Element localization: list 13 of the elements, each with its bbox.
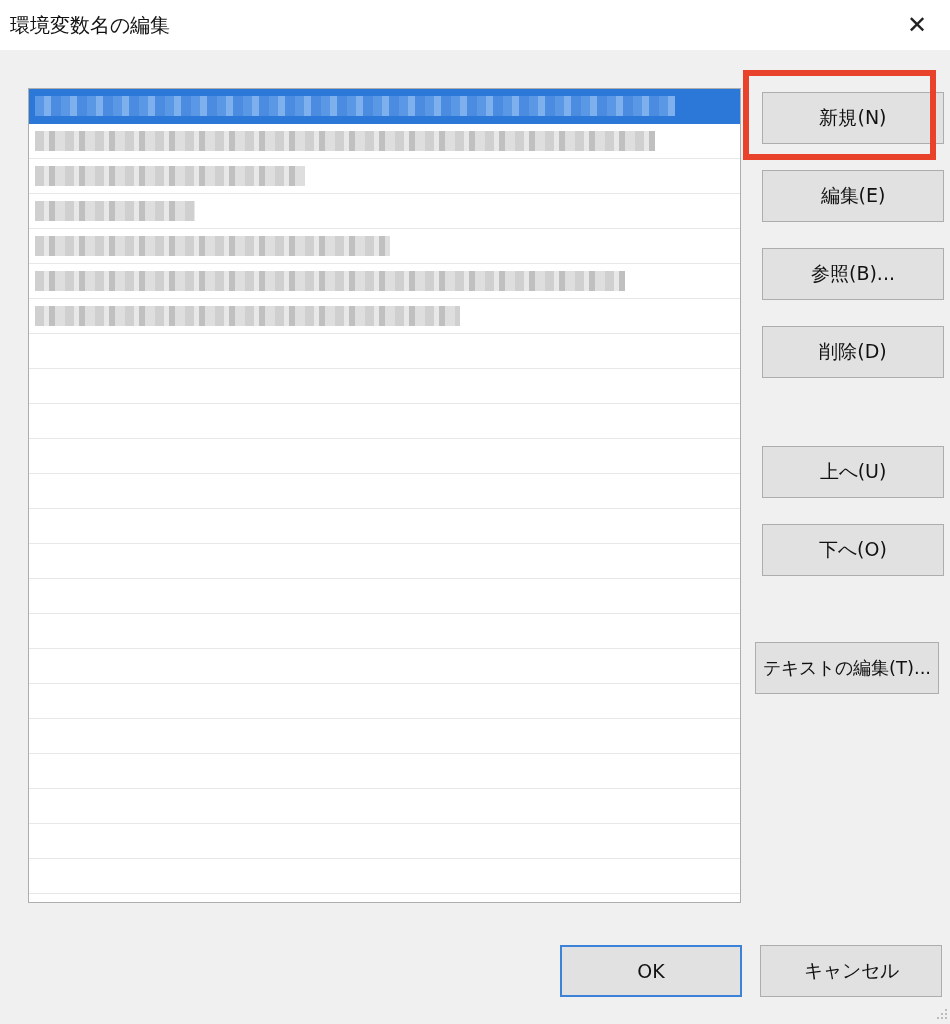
action-button[interactable]: 参照(B)...	[762, 248, 944, 300]
action-button[interactable]: テキストの編集(T)...	[755, 642, 939, 694]
resize-grip-icon[interactable]	[934, 1008, 948, 1022]
action-button[interactable]: 削除(D)	[762, 326, 944, 378]
action-button[interactable]: 上へ(U)	[762, 446, 944, 498]
dialog-button[interactable]: キャンセル	[760, 945, 942, 997]
close-button[interactable]: ✕	[892, 2, 942, 48]
dialog-button[interactable]: OK	[560, 945, 742, 997]
window-title: 環境変数名の編集	[10, 11, 170, 39]
list-item[interactable]	[29, 89, 740, 124]
action-button[interactable]: 新規(N)	[762, 92, 944, 144]
action-button[interactable]: 編集(E)	[762, 170, 944, 222]
action-button[interactable]: 下へ(O)	[762, 524, 944, 576]
